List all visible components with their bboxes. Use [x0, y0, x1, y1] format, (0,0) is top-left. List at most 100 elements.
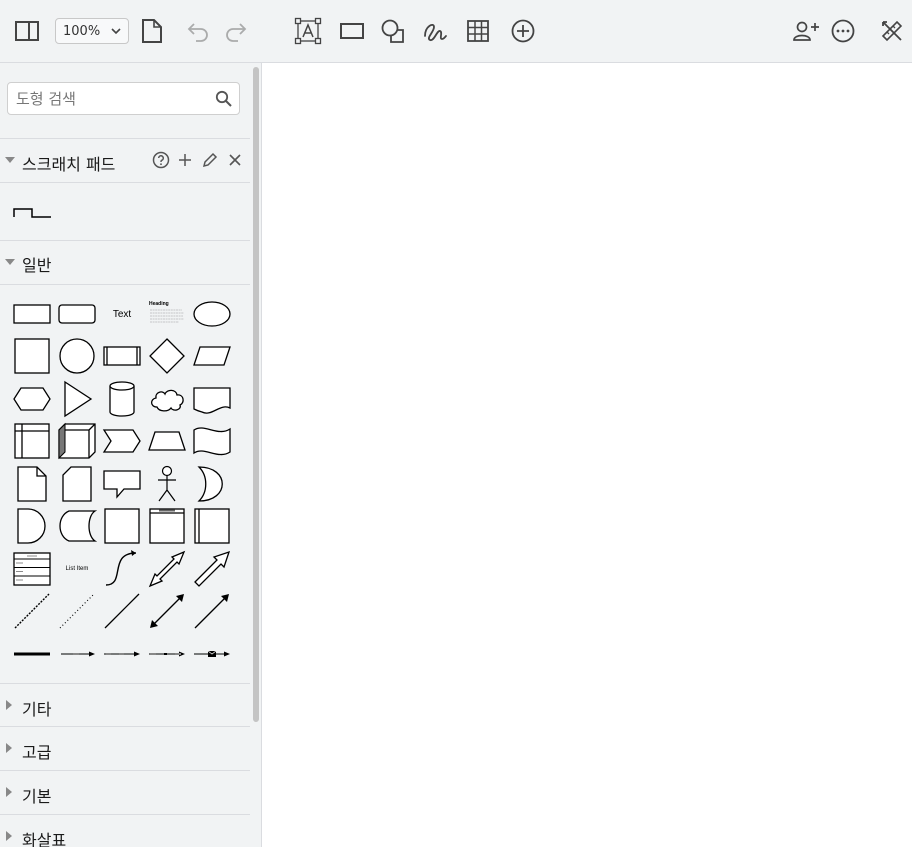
shape-document[interactable] [192, 379, 232, 419]
share-button[interactable] [788, 13, 824, 49]
shape-curve[interactable] [102, 549, 142, 589]
shape-or[interactable] [192, 464, 232, 504]
shape-rounded-rectangle[interactable] [57, 294, 97, 334]
scratchpad-step-shape[interactable] [12, 192, 52, 232]
shape-bidirectional-connector[interactable] [147, 591, 187, 631]
shape-stored-data[interactable] [57, 506, 97, 546]
shape-internal-storage[interactable] [12, 421, 52, 461]
shape-cylinder[interactable] [102, 379, 142, 419]
tools-button[interactable] [874, 13, 910, 49]
shape-directional-connector[interactable] [192, 591, 232, 631]
shape-search-box [7, 82, 240, 115]
divider [0, 138, 250, 139]
scratchpad-add-button[interactable] [175, 150, 195, 170]
shapes-button[interactable] [375, 13, 411, 49]
shape-cloud[interactable] [147, 379, 187, 419]
shape-rectangle[interactable] [12, 294, 52, 334]
shape-square[interactable] [12, 336, 52, 376]
pencil-ruler-icon [881, 20, 903, 42]
section-title-general[interactable]: 일반 [22, 252, 51, 276]
shape-note[interactable] [12, 464, 52, 504]
shape-search-input[interactable] [8, 83, 211, 114]
caret-right-icon[interactable] [6, 743, 12, 753]
section-title-scratchpad[interactable]: 스크래치 패드 [22, 151, 115, 175]
divider [0, 814, 250, 815]
insert-button[interactable] [505, 13, 541, 49]
caret-down-icon[interactable] [5, 258, 15, 266]
panel-icon [15, 21, 39, 41]
shape-trapezoid[interactable] [147, 421, 187, 461]
shape-circle[interactable] [57, 336, 97, 376]
shape-vertical-container[interactable] [192, 506, 232, 546]
caret-right-icon[interactable] [6, 700, 12, 710]
redo-button[interactable] [218, 13, 254, 49]
shape-line[interactable] [102, 591, 142, 631]
diagram-canvas[interactable] [263, 64, 912, 847]
shape-step[interactable] [102, 421, 142, 461]
caret-right-icon[interactable] [6, 831, 12, 841]
shape-dotted-line[interactable] [57, 591, 97, 631]
shape-list-item[interactable]: List Item [57, 549, 97, 589]
close-icon [229, 154, 241, 166]
scratchpad-edit-button[interactable] [200, 150, 220, 170]
more-horizontal-icon [831, 19, 855, 43]
shape-labeled-connector-3[interactable] [147, 634, 187, 674]
shape-hexagon[interactable] [12, 379, 52, 419]
shape-thick-link[interactable] [12, 634, 52, 674]
sidebar-scrollbar[interactable] [253, 67, 259, 722]
scratchpad-close-button[interactable] [225, 150, 245, 170]
shape-diamond[interactable] [147, 336, 187, 376]
shape-labeled-connector[interactable] [57, 634, 97, 674]
shape-cube[interactable] [57, 421, 97, 461]
search-icon[interactable] [215, 90, 233, 108]
text-box-icon [294, 17, 322, 45]
shape-text[interactable]: Text [102, 294, 142, 334]
caret-down-icon[interactable] [5, 156, 15, 164]
section-title-advanced[interactable]: 고급 [22, 739, 51, 763]
shape-triangle[interactable] [57, 379, 97, 419]
divider [0, 726, 250, 727]
freehand-icon [424, 23, 447, 42]
shape-text-label: Text [112, 308, 132, 320]
shape-process[interactable] [102, 336, 142, 376]
zoom-select[interactable]: 100% [55, 18, 129, 44]
shape-parallelogram[interactable] [192, 336, 232, 376]
shape-actor[interactable] [147, 464, 187, 504]
shape-list[interactable] [12, 549, 52, 589]
shape-list-item-label: List Item [65, 566, 89, 572]
add-user-icon [793, 21, 819, 41]
shape-textbox[interactable]: Heading [147, 294, 187, 334]
plus-circle-icon [511, 19, 535, 43]
redo-icon [226, 23, 247, 42]
shape-labeled-connector-2[interactable] [102, 634, 142, 674]
shape-arrow[interactable] [192, 549, 232, 589]
new-page-button[interactable] [134, 13, 170, 49]
insert-text-button[interactable] [290, 13, 326, 49]
format-panel-toggle-button[interactable] [9, 13, 45, 49]
shape-tape[interactable] [192, 421, 232, 461]
section-title-basic[interactable]: 기본 [22, 783, 51, 807]
divider [0, 683, 250, 684]
caret-right-icon[interactable] [6, 787, 12, 797]
shapes-icon [381, 19, 404, 43]
shape-swimlane[interactable] [147, 506, 187, 546]
section-title-arrows[interactable]: 화살표 [22, 827, 66, 847]
scratchpad-help-button[interactable] [151, 150, 171, 170]
shape-container[interactable] [102, 506, 142, 546]
shape-callout[interactable] [102, 464, 142, 504]
shape-ellipse[interactable] [192, 294, 232, 334]
shape-bidirectional-arrow[interactable] [147, 549, 187, 589]
undo-icon [187, 23, 208, 42]
insert-table-button[interactable] [460, 13, 496, 49]
insert-rectangle-button[interactable] [334, 13, 370, 49]
section-title-misc[interactable]: 기타 [22, 696, 51, 720]
shape-message-connector[interactable] [192, 634, 232, 674]
shape-card[interactable] [57, 464, 97, 504]
shape-dashed-line[interactable] [12, 591, 52, 631]
freehand-button[interactable] [417, 13, 453, 49]
chevron-down-icon [111, 28, 121, 35]
undo-button[interactable] [180, 13, 216, 49]
shape-delay[interactable] [12, 506, 52, 546]
more-button[interactable] [825, 13, 861, 49]
divider [0, 182, 250, 183]
